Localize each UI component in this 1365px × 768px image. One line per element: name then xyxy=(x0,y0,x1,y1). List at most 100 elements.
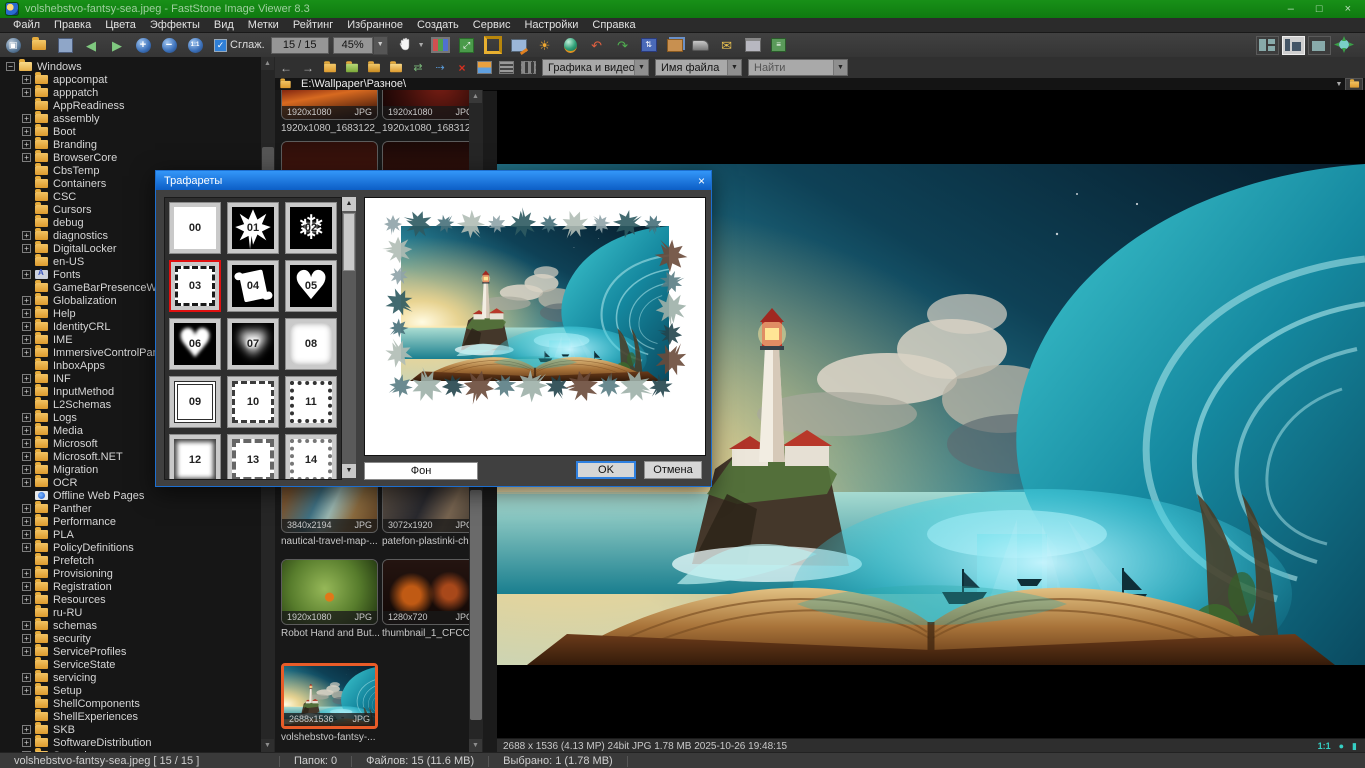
print-icon[interactable] xyxy=(742,36,764,54)
expand-icon[interactable]: + xyxy=(22,127,31,136)
expand-icon[interactable]: + xyxy=(22,153,31,162)
rotate-left-icon[interactable]: ↶ xyxy=(586,36,608,54)
scan-icon[interactable] xyxy=(690,36,712,54)
expand-icon[interactable]: + xyxy=(22,439,31,448)
menu-item-рейтинг[interactable]: Рейтинг xyxy=(286,19,340,31)
file-filter-combo[interactable]: Графика и видео▼ xyxy=(542,59,649,76)
tree-item-shellcomponents[interactable]: ShellComponents xyxy=(6,697,259,710)
layout-fullwindow-icon[interactable] xyxy=(1308,36,1331,55)
slideshow-icon[interactable] xyxy=(430,36,452,54)
expand-icon[interactable]: + xyxy=(22,582,31,591)
folder-refresh-icon[interactable] xyxy=(342,60,362,76)
stencil-tile-04[interactable]: 04 xyxy=(227,260,279,312)
thumbs-scroll-up-icon[interactable]: ▲ xyxy=(469,90,482,103)
copy-to-icon[interactable]: ⇄ xyxy=(408,60,428,76)
stencil-tile-08[interactable]: 08 xyxy=(285,318,337,370)
open-folder-icon[interactable] xyxy=(28,36,50,54)
maximize-button[interactable]: □ xyxy=(1316,3,1323,15)
expand-icon[interactable]: + xyxy=(22,322,31,331)
back-icon[interactable]: ← xyxy=(276,60,296,76)
expand-icon[interactable]: + xyxy=(22,478,31,487)
tree-item-softwaredistribution[interactable]: +SoftwareDistribution xyxy=(6,736,259,749)
thumbnail-thumbnail-1-cfcc4-[interactable]: 1280x720JPG xyxy=(382,559,479,625)
folder-new-icon[interactable] xyxy=(386,60,406,76)
background-button[interactable]: Фон xyxy=(364,462,478,480)
tree-item-registration[interactable]: +Registration xyxy=(6,580,259,593)
expand-icon[interactable]: + xyxy=(22,738,31,747)
hand-dropdown-arrow[interactable]: ▼ xyxy=(418,42,425,49)
view-thumbnails-icon[interactable] xyxy=(474,60,494,76)
tree-item-boot[interactable]: +Boot xyxy=(6,125,259,138)
tree-item-resources[interactable]: +Resources xyxy=(6,593,259,606)
tree-item-appcompat[interactable]: +appcompat xyxy=(6,73,259,86)
expand-icon[interactable]: + xyxy=(22,114,31,123)
tree-item-apppatch[interactable]: +apppatch xyxy=(6,86,259,99)
minimize-button[interactable]: – xyxy=(1288,3,1294,15)
sort-combo[interactable]: Имя файла▼ xyxy=(655,59,742,76)
stencil-scrollbar[interactable]: ▲ ▼ xyxy=(342,197,356,478)
combo-arrow-icon[interactable]: ▼ xyxy=(727,60,741,75)
save-icon[interactable] xyxy=(54,36,76,54)
tree-scroll-up-icon[interactable]: ▲ xyxy=(261,57,274,70)
tree-item-skb[interactable]: +SKB xyxy=(6,723,259,736)
delete-icon[interactable]: × xyxy=(452,60,472,76)
color-dot-icon[interactable]: ● xyxy=(1339,741,1344,752)
view-list-icon[interactable] xyxy=(496,60,516,76)
menu-item-правка[interactable]: Правка xyxy=(47,19,98,31)
ok-button[interactable]: OK xyxy=(576,461,636,479)
thumbs-scroll-thumb[interactable] xyxy=(470,490,482,720)
external-programs-icon[interactable]: ≡ xyxy=(768,36,790,54)
expand-icon[interactable]: + xyxy=(22,88,31,97)
tree-scroll-down-icon[interactable]: ▼ xyxy=(261,739,274,752)
zoom-dropdown-button[interactable]: ▼ xyxy=(373,36,388,55)
thumbnail-1920x1080-1683122-[interactable]: 1920x1080JPG xyxy=(281,90,378,120)
cancel-button[interactable]: Отмена xyxy=(644,461,702,479)
expand-icon[interactable]: + xyxy=(22,569,31,578)
layout-browser-icon[interactable] xyxy=(1256,36,1279,55)
stencil-tile-03[interactable]: 03 xyxy=(169,260,221,312)
forward-icon[interactable]: → xyxy=(298,60,318,76)
tree-item-assembly[interactable]: +assembly xyxy=(6,112,259,125)
tree-item-browsercore[interactable]: +BrowserCore xyxy=(6,151,259,164)
expand-icon[interactable]: + xyxy=(22,465,31,474)
browse-images-icon[interactable]: ▣ xyxy=(2,36,24,54)
expand-icon[interactable]: + xyxy=(22,387,31,396)
tree-item-panther[interactable]: +Panther xyxy=(6,502,259,515)
brightness-icon[interactable]: ☀ xyxy=(534,36,556,54)
draw-icon[interactable] xyxy=(508,36,530,54)
tree-item-serviceprofiles[interactable]: +ServiceProfiles xyxy=(6,645,259,658)
expand-icon[interactable]: + xyxy=(22,595,31,604)
menu-item-метки[interactable]: Метки xyxy=(241,19,286,31)
expand-icon[interactable]: + xyxy=(22,335,31,344)
expand-icon[interactable]: + xyxy=(22,504,31,513)
stencil-tile-01[interactable]: 01 xyxy=(227,202,279,254)
menu-item-сервис[interactable]: Сервис xyxy=(466,19,518,31)
expand-icon[interactable]: + xyxy=(22,309,31,318)
tree-item-servicing[interactable]: +servicing xyxy=(6,671,259,684)
tree-item-shellexperiences[interactable]: ShellExperiences xyxy=(6,710,259,723)
zoom-level-box[interactable]: 45% xyxy=(333,37,373,54)
zoom-actual-icon[interactable]: 1:1 xyxy=(184,36,206,54)
stencil-tile-02[interactable]: ❄02 xyxy=(285,202,337,254)
expand-icon[interactable]: + xyxy=(22,530,31,539)
stencil-scroll-thumb[interactable] xyxy=(343,213,355,271)
tree-item-pla[interactable]: +PLA xyxy=(6,528,259,541)
tree-item-performance[interactable]: +Performance xyxy=(6,515,259,528)
tree-item-schemas[interactable]: +schemas xyxy=(6,619,259,632)
window-mode-icon[interactable]: ▮ xyxy=(1352,741,1357,752)
dialog-title-bar[interactable]: Трафареты × xyxy=(156,171,711,190)
expand-icon[interactable]: + xyxy=(22,231,31,240)
expand-icon[interactable]: + xyxy=(22,140,31,149)
stencil-scroll-up-icon[interactable]: ▲ xyxy=(342,197,356,211)
move-to-icon[interactable]: ⇢ xyxy=(430,60,450,76)
thumbnail-1920x1080-1683124-[interactable]: 1920x1080JPG xyxy=(382,90,479,120)
file-manage-icon[interactable] xyxy=(664,36,686,54)
tree-item-security[interactable]: +security xyxy=(6,632,259,645)
tree-item-setup[interactable]: +Setup xyxy=(6,684,259,697)
menu-item-файл[interactable]: Файл xyxy=(6,19,47,31)
expand-icon[interactable]: + xyxy=(22,452,31,461)
combo-arrow-icon[interactable]: ▼ xyxy=(833,60,847,75)
stencil-tile-00[interactable]: 00 xyxy=(169,202,221,254)
email-icon[interactable]: ✉ xyxy=(716,36,738,54)
expand-icon[interactable]: + xyxy=(22,725,31,734)
